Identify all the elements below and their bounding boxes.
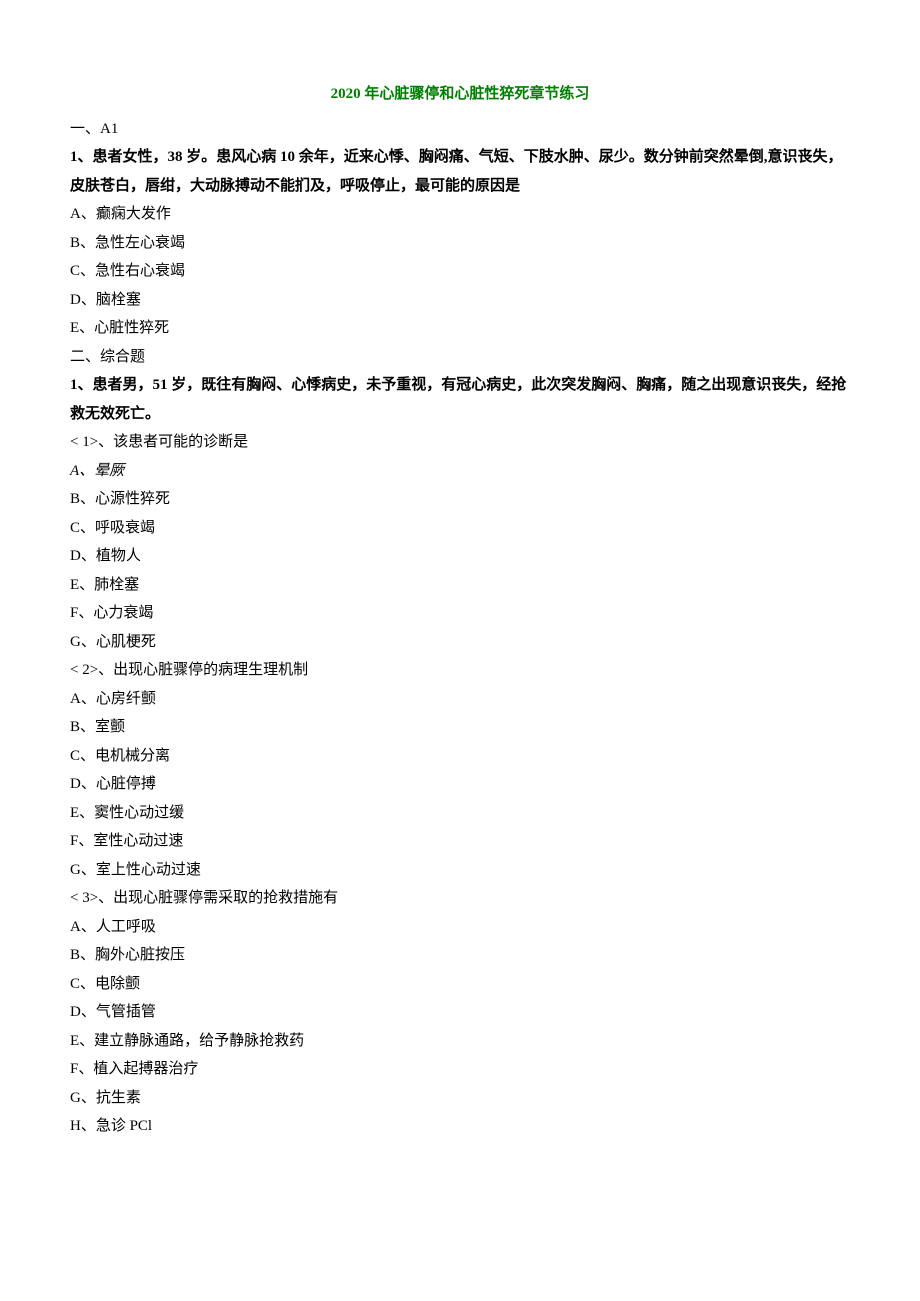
s2-q1-sub2-e: E、窦性心动过缓 [70, 799, 850, 828]
s2-q1-sub2-c: C、电机械分离 [70, 742, 850, 771]
s2-q1-sub3-g: G、抗生素 [70, 1084, 850, 1113]
s2-q1-sub2-a: A、心房纤颤 [70, 685, 850, 714]
s2-q1-sub2-b: B、室颤 [70, 713, 850, 742]
s2-q1-sub1-b: B、心源性猝死 [70, 485, 850, 514]
section-1-header: 一、A1 [70, 115, 850, 144]
q1-opt-d: D、脑栓塞 [70, 286, 850, 315]
s2-q1-sub2-g: G、室上性心动过速 [70, 856, 850, 885]
s2-q1-sub3-e: E、建立静脉通路，给予静脉抢救药 [70, 1027, 850, 1056]
page-title: 2020 年心脏骤停和心脏性猝死章节练习 [70, 80, 850, 109]
s2-q1-sub1-e: E、肺栓塞 [70, 571, 850, 600]
s2-q1-sub1-a: A、晕厥 [70, 457, 850, 486]
s2-q1-sub3-b: B、胸外心脏按压 [70, 941, 850, 970]
s2-q1-sub3-c: C、电除颤 [70, 970, 850, 999]
q1-stem: 1、患者女性，38 岁。患风心病 10 余年，近来心悸、胸闷痛、气短、下肢水肿、… [70, 143, 850, 200]
s2-q1-sub3-d: D、气管插管 [70, 998, 850, 1027]
s2-q1-stem: 1、患者男，51 岁，既往有胸闷、心悸病史，未予重视，有冠心病史，此次突发胸闷、… [70, 371, 850, 428]
s2-q1-sub2-d: D、心脏停搏 [70, 770, 850, 799]
q1-opt-a: A、癫痫大发作 [70, 200, 850, 229]
q1-opt-c: C、急性右心衰竭 [70, 257, 850, 286]
section-2-header: 二、综合题 [70, 343, 850, 372]
s2-q1-sub3-prompt: < 3>、出现心脏骤停需采取的抢救措施有 [70, 884, 850, 913]
s2-q1-sub1-g: G、心肌梗死 [70, 628, 850, 657]
s2-q1-sub3-a: A、人工呼吸 [70, 913, 850, 942]
q1-opt-e: E、心脏性猝死 [70, 314, 850, 343]
s2-q1-sub1-d: D、植物人 [70, 542, 850, 571]
s2-q1-sub2-prompt: < 2>、出现心脏骤停的病理生理机制 [70, 656, 850, 685]
s2-q1-sub1-prompt: < 1>、该患者可能的诊断是 [70, 428, 850, 457]
s2-q1-sub3-f: F、植入起搏器治疗 [70, 1055, 850, 1084]
s2-q1-sub1-c: C、呼吸衰竭 [70, 514, 850, 543]
s2-q1-sub2-f: F、室性心动过速 [70, 827, 850, 856]
q1-opt-b: B、急性左心衰竭 [70, 229, 850, 258]
s2-q1-sub1-f: F、心力衰竭 [70, 599, 850, 628]
s2-q1-sub3-h: H、急诊 PCl [70, 1112, 850, 1141]
